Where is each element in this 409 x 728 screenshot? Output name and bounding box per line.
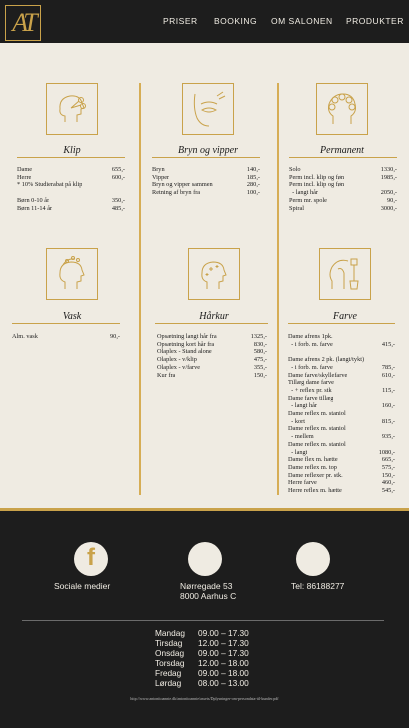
price-list-klip: Dame 655,- Herre 600,- * 10% Studierabat p… — [17, 166, 125, 212]
curlers-icon — [328, 93, 356, 124]
price-row: Bryn 140,- — [152, 166, 260, 173]
price-row: - i forb. m. farve 785,- — [288, 363, 395, 371]
price-row: - langt 1080,- — [288, 448, 395, 456]
price-row: Retning af bryn fra 100,- — [152, 189, 260, 197]
nav-om-salonen[interactable]: OM SALONEN — [271, 16, 333, 26]
price-row — [17, 189, 125, 197]
price-row: Olaplex - Stand alone 580,- — [157, 348, 267, 356]
head-wash-icon — [59, 256, 85, 289]
price-row: - langt hår 2050,- — [289, 189, 397, 197]
gold-divider — [0, 508, 409, 511]
price-row: Olaplex - v/farve 355,- — [157, 363, 267, 371]
vask-icon-box — [46, 248, 98, 300]
price-row: Børn 0-10 år 350,- — [17, 196, 125, 204]
section-title-permanent: Permanent — [320, 145, 364, 156]
head-sparkle-icon — [201, 261, 227, 289]
price-row: Dame 655,- — [17, 166, 125, 173]
price-row: Perm incl. klip og føn — [289, 181, 345, 189]
price-row: Dame reflex m. staniol — [288, 440, 346, 448]
section-underline — [152, 157, 260, 158]
price-row: Perm incl. klip og føn 1985,- — [289, 173, 397, 181]
farve-icon-box — [319, 248, 371, 300]
section-title-harkur: Hårkur — [199, 311, 229, 322]
price-row: Herre reflex m. hætte 545,- — [288, 487, 395, 495]
price-row: Dame reflex m. staniol — [288, 410, 346, 418]
price-list-farve: Dame afrens 1pk. - i forb. m. farve 415,-… — [288, 333, 395, 495]
phone-number[interactable]: Tel: 86188277 — [291, 581, 344, 591]
nav-priser[interactable]: PRISER — [163, 16, 198, 26]
price-row: Dame farve/skyllefarve 610,- — [288, 371, 395, 379]
price-list-vask: Alm. vask 90,- — [12, 333, 120, 341]
price-row: Opsætning langt hår fra 1325,- — [157, 333, 267, 340]
price-row: - i forb. m. farve 415,- — [288, 340, 395, 348]
price-row: Dame reflexer pr. stk. 150,- — [288, 471, 395, 479]
permanent-icon-box — [316, 83, 368, 135]
price-row: Dame farve tillæg — [288, 394, 334, 402]
price-row: Dame afrens 2 pk. (langt/tykt) — [288, 356, 365, 364]
section-underline — [12, 323, 120, 324]
head-scissors-icon — [59, 95, 86, 122]
address-line1: Nørregade 53 — [180, 581, 233, 591]
price-row — [288, 348, 395, 356]
section-title-bryn: Bryn og vipper — [178, 145, 238, 156]
price-row: - kort 815,- — [288, 417, 395, 425]
face-eye-icon — [193, 91, 226, 127]
price-list-permanent: Solo 1330,- Perm incl. klip og føn 1985,- … — [289, 166, 397, 212]
price-row: Dame reflex m. staniol — [288, 425, 346, 433]
hair-dye-brush-icon — [329, 258, 359, 290]
price-row: Olaplex - v/klip 475,- — [157, 356, 267, 364]
price-row: Vipper 185,- — [152, 173, 260, 181]
section-underline — [155, 323, 268, 324]
section-underline — [288, 323, 395, 324]
section-title-farve: Farve — [333, 311, 357, 322]
bryn-icon-box — [182, 83, 234, 135]
footer-divider — [22, 620, 384, 621]
price-row: Solo 1330,- — [289, 166, 397, 173]
location-icon — [188, 542, 222, 576]
address-line2: 8000 Aarhus C — [180, 591, 237, 601]
price-row: Dame afrens 1pk. — [288, 333, 333, 340]
section-title-klip: Klip — [63, 145, 81, 156]
price-row: Herre 600,- — [17, 173, 125, 181]
harkur-icon-box — [188, 248, 240, 300]
price-row: Perm mr. spole 90,- — [289, 196, 397, 204]
price-row: Tillæg dame farve — [288, 379, 334, 387]
price-row: Børn 11-14 år 485,- — [17, 204, 125, 212]
column-divider — [277, 83, 279, 495]
facebook-button[interactable]: f — [74, 542, 108, 576]
klip-icon-box — [46, 83, 98, 135]
logo[interactable]: AT — [5, 5, 41, 41]
site-header: AT PRISER BOOKING OM SALONEN PRODUKTER — [0, 0, 409, 43]
social-label[interactable]: Sociale medier — [54, 581, 110, 591]
nav-produkter[interactable]: PRODUKTER — [346, 16, 404, 26]
price-row: Dame reflex m. top 575,- — [288, 463, 395, 471]
section-underline — [289, 157, 397, 158]
price-row: - + reflex pr. stk 115,- — [288, 386, 395, 394]
price-row: Bryn og vipper sammen 280,- — [152, 181, 260, 189]
price-row: Herre farve 460,- — [288, 479, 395, 487]
section-underline — [17, 157, 125, 158]
price-list-bryn: Bryn 140,- Vipper 185,- Bryn og vipper sam… — [152, 166, 260, 197]
column-divider — [139, 83, 141, 495]
price-row: - langt hår 160,- — [288, 402, 395, 410]
logo-text: AT — [12, 8, 37, 37]
section-title-vask: Vask — [62, 311, 82, 322]
price-list-harkur: Opsætning langt hår fra 1325,- Opsætning … — [157, 333, 267, 379]
price-row: - mellem 935,- — [288, 433, 395, 441]
price-row: Kur fra 150,- — [157, 371, 267, 379]
opening-hours: Mandag 09.00 – 17.30 Tirsdag 12.00 – 17.30… — [155, 628, 249, 688]
privacy-link[interactable]: http://www.antonitoannie.dk/antonitoanni… — [0, 696, 409, 701]
phone-icon — [296, 542, 330, 576]
price-row: Opsætning kort hår fra 830,- — [157, 340, 267, 348]
price-row: Spiral 3000,- — [289, 204, 397, 212]
facebook-icon: f — [87, 544, 95, 571]
price-row: * 10% Studierabat på klip — [17, 181, 83, 189]
price-row: Alm. vask 90,- — [12, 333, 120, 340]
nav-booking[interactable]: BOOKING — [214, 16, 257, 26]
hours-row: Lørdag 08.00 – 13.00 — [155, 677, 249, 688]
price-row: Dame flex m. hætte 665,- — [288, 456, 395, 464]
